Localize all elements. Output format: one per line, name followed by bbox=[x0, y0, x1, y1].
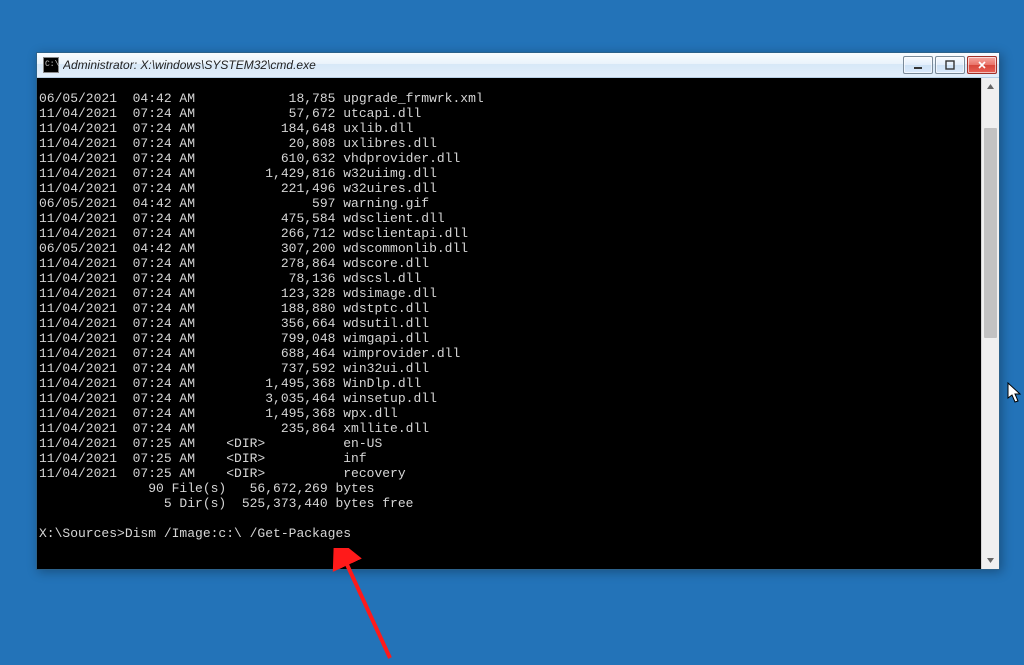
mouse-cursor-icon bbox=[1007, 382, 1023, 404]
close-button[interactable] bbox=[967, 56, 997, 74]
minimize-button[interactable] bbox=[903, 56, 933, 74]
console-client-area[interactable]: 06/05/2021 04:42 AM 18,785 upgrade_frmwr… bbox=[37, 78, 999, 569]
cmd-window: C:\ Administrator: X:\windows\SYSTEM32\c… bbox=[36, 52, 1000, 570]
scroll-thumb[interactable] bbox=[984, 128, 997, 338]
titlebar[interactable]: C:\ Administrator: X:\windows\SYSTEM32\c… bbox=[37, 53, 999, 78]
cmd-icon: C:\ bbox=[43, 57, 59, 73]
window-controls bbox=[901, 53, 999, 77]
maximize-button[interactable] bbox=[935, 56, 965, 74]
window-title: Administrator: X:\windows\SYSTEM32\cmd.e… bbox=[63, 58, 901, 72]
console-output: 06/05/2021 04:42 AM 18,785 upgrade_frmwr… bbox=[39, 91, 484, 541]
vertical-scrollbar[interactable] bbox=[981, 78, 999, 569]
scroll-up-button[interactable] bbox=[982, 78, 999, 95]
scroll-down-button[interactable] bbox=[982, 552, 999, 569]
